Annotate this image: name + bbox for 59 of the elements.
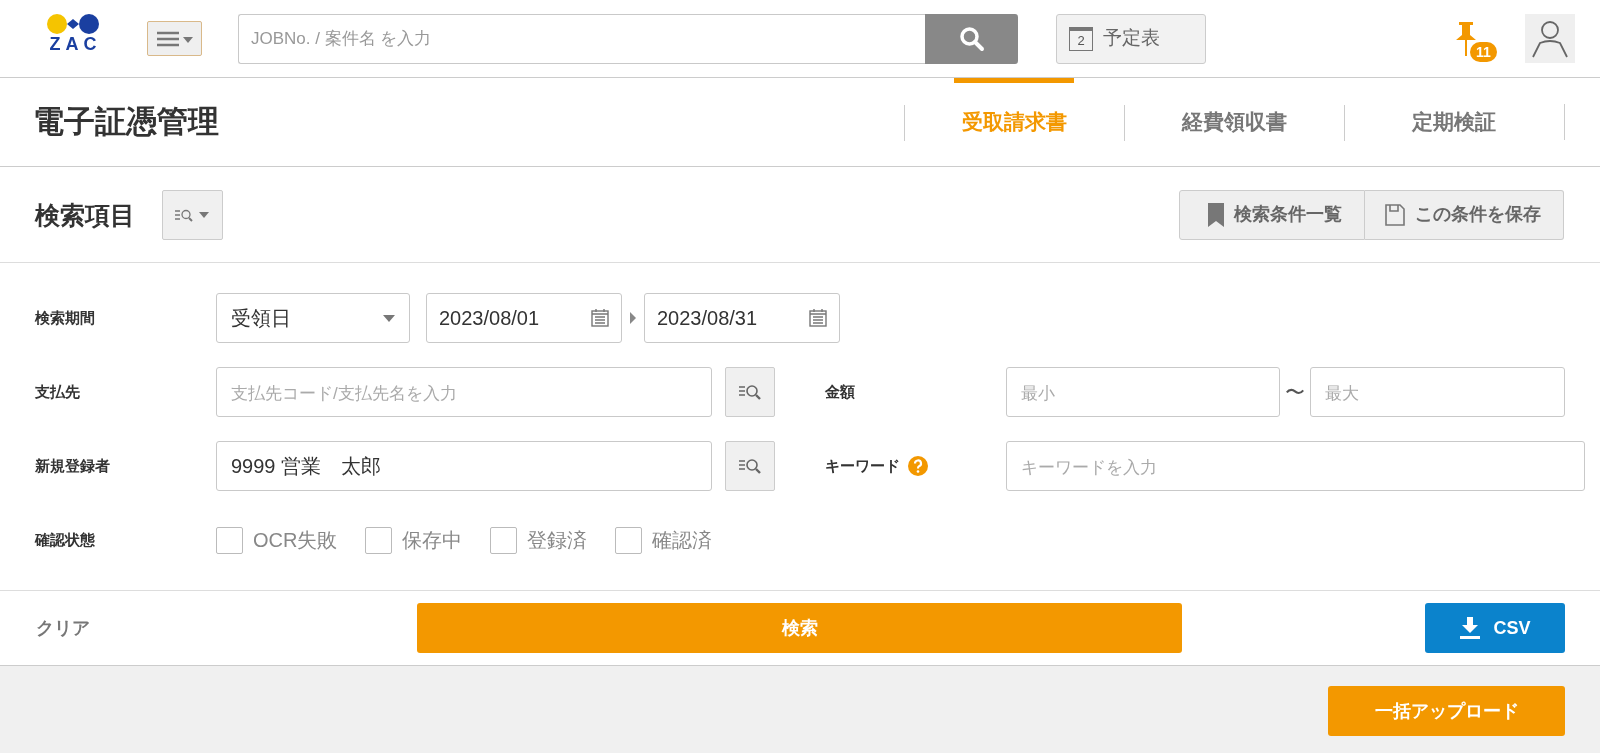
calendar-icon xyxy=(809,309,827,327)
max-amount-field[interactable]: 最大 xyxy=(1310,367,1565,417)
range-separator: 〜 xyxy=(1284,380,1306,405)
help-icon[interactable] xyxy=(908,456,928,476)
tab[interactable]: 定期検証 xyxy=(1344,78,1564,166)
date-type-select[interactable]: 受領日 xyxy=(216,293,410,343)
list-search-icon xyxy=(738,384,762,400)
status-option[interactable]: 登録済 xyxy=(490,525,588,555)
arrow-icon xyxy=(630,312,636,324)
field-label: 確認状態 xyxy=(35,529,96,550)
field-label: キーワード xyxy=(825,455,900,476)
search-icon xyxy=(958,25,985,52)
caret-icon xyxy=(383,314,395,322)
status-option[interactable]: 確認済 xyxy=(615,525,713,555)
checkbox[interactable] xyxy=(365,526,393,554)
toolbar-button[interactable]: この条件を保存 xyxy=(1365,189,1564,240)
lookup-button[interactable] xyxy=(725,367,775,417)
status-option[interactable]: 保存中 xyxy=(365,525,463,555)
date-field[interactable]: 2023/08/31 xyxy=(644,293,840,343)
user-silhouette-icon xyxy=(1531,18,1569,59)
search-button[interactable] xyxy=(925,13,1018,64)
menu-icon xyxy=(156,30,193,47)
csv-download-button[interactable]: CSV xyxy=(1425,603,1565,653)
calendar-icon xyxy=(591,309,609,327)
date-field[interactable]: 2023/08/01 xyxy=(426,293,622,343)
notification-count: 11 xyxy=(1470,42,1497,62)
search-options-button[interactable] xyxy=(162,189,223,240)
search-field[interactable]: JOBNo. / 案件名 を入力 xyxy=(238,13,925,64)
download-icon xyxy=(1459,617,1482,639)
toolbar-button[interactable]: 検索条件一覧 xyxy=(1179,189,1365,240)
bulk-upload-button[interactable]: 一括アップロード xyxy=(1328,686,1565,736)
keyword-field[interactable]: キーワードを入力 xyxy=(1006,441,1585,491)
bookmark-icon xyxy=(1208,202,1224,227)
registrant-field[interactable]: 9999 営業 太郎 xyxy=(216,441,712,491)
status-option[interactable]: OCR失敗 xyxy=(216,525,338,555)
field-label: 支払先 xyxy=(35,381,81,402)
field-label: 新規登録者 xyxy=(35,455,111,476)
menu-button[interactable] xyxy=(147,21,202,56)
min-amount-field[interactable]: 最小 xyxy=(1006,367,1280,417)
pin-icon[interactable] xyxy=(1455,22,1477,56)
search-submit-button[interactable]: 検索 xyxy=(417,603,1182,653)
payee-field[interactable]: 支払先コード/支払先名を入力 xyxy=(216,367,712,417)
lookup-button[interactable] xyxy=(725,441,775,491)
checkbox[interactable] xyxy=(615,526,643,554)
schedule-button[interactable]: 2 予定表 xyxy=(1056,13,1206,64)
checkbox[interactable] xyxy=(490,526,518,554)
section-title: 検索項目 xyxy=(35,199,135,230)
list-search-icon xyxy=(738,458,762,474)
calendar-day-icon: 2 xyxy=(1069,26,1093,51)
logo-text: ZAC xyxy=(49,34,102,53)
page-title: 電子証憑管理 xyxy=(33,103,219,141)
checkbox[interactable] xyxy=(216,526,243,554)
list-search-caret-icon xyxy=(174,207,211,222)
tab[interactable]: 経費領収書 xyxy=(1124,78,1344,166)
field-label: 金額 xyxy=(825,381,856,402)
tab[interactable]: 受取請求書 xyxy=(904,78,1124,166)
user-avatar[interactable] xyxy=(1525,14,1575,63)
clear-link[interactable]: クリア xyxy=(36,614,417,642)
field-label: 検索期間 xyxy=(35,307,96,328)
